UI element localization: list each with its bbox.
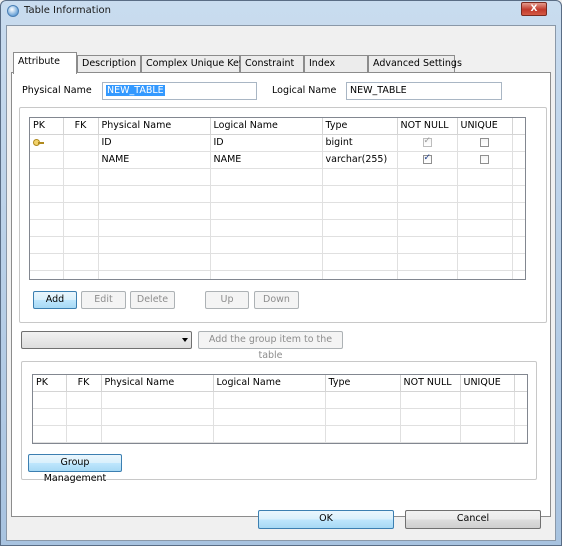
table-row[interactable]: ID ID bigint <box>30 134 525 152</box>
tab-index[interactable]: Index <box>304 55 368 72</box>
title-bar[interactable]: Table Information X <box>1 1 561 23</box>
group-header-unique[interactable]: UNIQUE <box>460 375 515 392</box>
unique-checkbox[interactable] <box>480 155 489 164</box>
row-pk-cell <box>30 134 64 152</box>
empty-row <box>33 408 527 426</box>
empty-row <box>30 236 525 254</box>
row-logical-name: NAME <box>210 151 323 169</box>
add-button[interactable]: Add <box>33 291 77 309</box>
header-logical-name[interactable]: Logical Name <box>210 118 323 135</box>
unique-checkbox[interactable] <box>480 138 489 147</box>
row-not-null-cell <box>397 151 458 169</box>
up-button[interactable]: Up <box>205 291 249 309</box>
not-null-checkbox[interactable] <box>422 153 432 164</box>
empty-row <box>30 270 525 279</box>
empty-row <box>30 253 525 271</box>
columns-group: PK FK Physical Name Logical Name Type NO… <box>19 107 547 323</box>
physical-name-label: Physical Name <box>22 85 92 96</box>
row-fk-cell <box>63 151 99 169</box>
logical-name-label: Logical Name <box>272 85 337 96</box>
down-button[interactable]: Down <box>254 291 299 309</box>
row-unique-cell <box>457 134 513 152</box>
group-items-table: PK FK Physical Name Logical Name Type NO… <box>33 375 527 443</box>
header-fk[interactable]: FK <box>63 118 99 135</box>
empty-row <box>30 185 525 203</box>
group-items-grid[interactable]: PK FK Physical Name Logical Name Type NO… <box>32 374 528 444</box>
physical-name-input[interactable]: NEW_TABLE <box>102 82 257 100</box>
logical-name-input[interactable]: NEW_TABLE <box>346 82 502 100</box>
row-not-null-cell <box>397 134 458 152</box>
group-header-logical-name[interactable]: Logical Name <box>213 375 326 392</box>
group-items-box: PK FK Physical Name Logical Name Type NO… <box>21 361 537 484</box>
tab-attribute[interactable]: Attribute <box>13 52 77 74</box>
group-header-fk[interactable]: FK <box>66 375 102 392</box>
group-header-pk[interactable]: PK <box>33 375 67 392</box>
header-type[interactable]: Type <box>322 118 398 135</box>
row-type: bigint <box>322 134 398 152</box>
cancel-button[interactable]: Cancel <box>405 510 541 529</box>
header-physical-name[interactable]: Physical Name <box>98 118 211 135</box>
window-title: Table Information <box>24 5 111 16</box>
table-row[interactable]: NAME NAME varchar(255) <box>30 151 525 169</box>
close-button[interactable]: X <box>521 2 547 16</box>
row-type: varchar(255) <box>322 151 398 169</box>
chevron-down-icon <box>182 338 188 342</box>
columns-header-row: PK FK Physical Name Logical Name Type NO… <box>30 118 525 135</box>
tab-advanced-settings[interactable]: Advanced Settings <box>368 55 462 72</box>
empty-row <box>30 202 525 220</box>
dialog-client-area: Attribute Description Complex Unique Key… <box>6 25 556 541</box>
tab-complex-unique-key[interactable]: Complex Unique Key <box>141 55 244 72</box>
add-group-item-button[interactable]: Add the group item to the table <box>198 331 343 361</box>
edit-button[interactable]: Edit <box>81 291 126 309</box>
group-management-button[interactable]: Group Management <box>28 454 122 484</box>
row-unique-cell <box>457 151 513 169</box>
header-pk[interactable]: PK <box>30 118 64 135</box>
header-filler <box>512 118 525 135</box>
empty-row <box>33 425 527 443</box>
header-unique[interactable]: UNIQUE <box>457 118 513 135</box>
group-header-type[interactable]: Type <box>325 375 401 392</box>
group-header-physical-name[interactable]: Physical Name <box>101 375 214 392</box>
ok-button[interactable]: OK <box>258 510 394 529</box>
row-logical-name: ID <box>210 134 323 152</box>
table-information-dialog: Table Information X Attribute Descriptio… <box>0 0 562 546</box>
physical-name-value: NEW_TABLE <box>106 85 165 96</box>
header-not-null[interactable]: NOT NULL <box>397 118 458 135</box>
tab-description[interactable]: Description <box>77 55 141 72</box>
tab-constraint[interactable]: Constraint <box>240 55 304 72</box>
app-icon <box>7 5 19 17</box>
attribute-panel: Physical Name NEW_TABLE Logical Name NEW… <box>11 72 551 517</box>
empty-row <box>30 168 525 186</box>
primary-key-icon <box>33 138 44 147</box>
columns-table: PK FK Physical Name Logical Name Type NO… <box>30 118 525 279</box>
row-fk-cell <box>63 134 99 152</box>
columns-grid[interactable]: PK FK Physical Name Logical Name Type NO… <box>29 117 526 280</box>
not-null-checkbox <box>422 136 432 147</box>
group-header-not-null[interactable]: NOT NULL <box>400 375 461 392</box>
empty-row <box>33 391 527 409</box>
row-physical-name: ID <box>98 134 211 152</box>
empty-row <box>30 219 525 237</box>
row-physical-name: NAME <box>98 151 211 169</box>
delete-button[interactable]: Delete <box>130 291 175 309</box>
group-header-row: PK FK Physical Name Logical Name Type NO… <box>33 375 527 392</box>
group-dropdown[interactable] <box>21 331 192 349</box>
row-pk-cell <box>30 151 64 169</box>
